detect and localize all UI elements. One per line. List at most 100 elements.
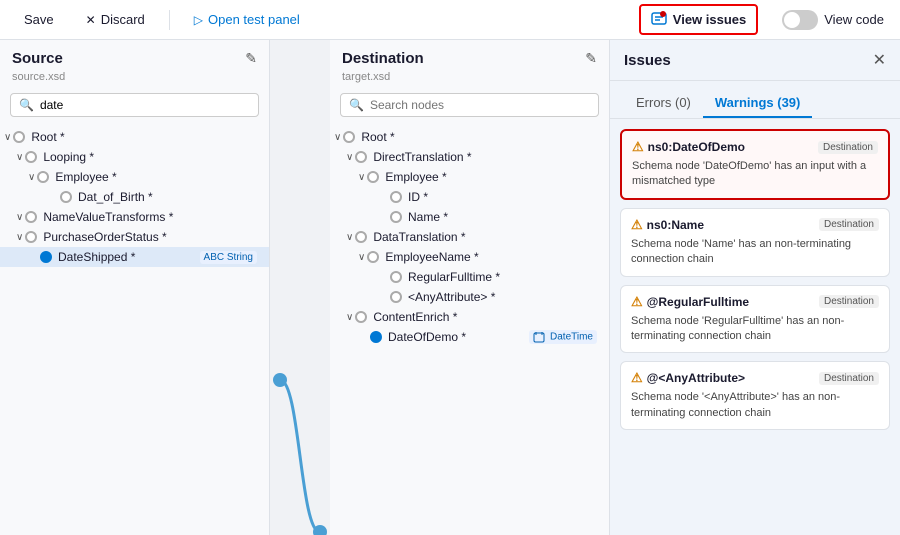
issue-card-header: ⚠ ns0:Name Destination xyxy=(631,217,879,233)
source-title: Source xyxy=(12,50,63,67)
tree-item[interactable]: ∨ DirectTranslation * xyxy=(330,147,609,167)
source-panel-header: Source ✎ xyxy=(0,40,269,71)
issues-tabs: Errors (0) Warnings (39) xyxy=(610,81,900,119)
issues-icon xyxy=(651,10,667,29)
node-dot xyxy=(25,211,37,223)
chevron-icon: ∨ xyxy=(334,132,341,143)
tree-item[interactable]: ∨ DataTranslation * xyxy=(330,227,609,247)
node-dot xyxy=(13,131,25,143)
issue-card-regularfulltime[interactable]: ⚠ @RegularFulltime Destination Schema no… xyxy=(620,285,890,354)
warning-icon: ⚠ xyxy=(631,370,643,386)
tree-item-dateshipped[interactable]: DateShipped * ABC String xyxy=(0,247,269,267)
save-button[interactable]: Save xyxy=(16,8,62,31)
node-dot xyxy=(25,151,37,163)
chevron-icon: ∨ xyxy=(16,232,23,243)
node-dot xyxy=(390,191,402,203)
destination-tree: ∨ Root * ∨ DirectTranslation * ∨ Employe… xyxy=(330,123,609,535)
tree-item[interactable]: ∨ NameValueTransforms * xyxy=(0,207,269,227)
tree-item[interactable]: ID * xyxy=(330,187,609,207)
source-subtitle: source.xsd xyxy=(0,71,269,89)
node-dot-filled xyxy=(370,331,382,343)
chevron-icon: ∨ xyxy=(346,152,353,163)
errors-tab[interactable]: Errors (0) xyxy=(624,89,703,118)
node-dot xyxy=(37,171,49,183)
open-test-panel-button[interactable]: ▷ Open test panel xyxy=(186,8,308,31)
tree-item[interactable]: ∨ Employee * xyxy=(330,167,609,187)
destination-badge: Destination xyxy=(818,141,878,154)
issue-card-dateofdem[interactable]: ⚠ ns0:DateOfDemo Destination Schema node… xyxy=(620,129,890,200)
view-issues-button[interactable]: View issues xyxy=(639,4,758,35)
tree-item[interactable]: ∨ PurchaseOrderStatus * xyxy=(0,227,269,247)
tree-item-dateofdem[interactable]: DateOfDemo * DateTime xyxy=(330,327,609,347)
issue-node-name: ⚠ ns0:DateOfDemo xyxy=(632,139,745,155)
view-code-toggle[interactable]: View code xyxy=(782,10,884,30)
node-dot-filled xyxy=(40,251,52,263)
node-dot xyxy=(390,271,402,283)
destination-badge: Destination xyxy=(819,295,879,308)
node-dot xyxy=(367,171,379,183)
issue-description: Schema node 'DateOfDemo' has an input wi… xyxy=(632,159,878,190)
destination-subtitle: target.xsd xyxy=(330,71,609,89)
issue-node-name: ⚠ @<AnyAttribute> xyxy=(631,370,745,386)
issue-description: Schema node '<AnyAttribute>' has an non-… xyxy=(631,390,879,421)
tree-item[interactable]: ∨ ContentEnrich * xyxy=(330,307,609,327)
tree-item[interactable]: ∨ Root * xyxy=(330,127,609,147)
chevron-icon: ∨ xyxy=(358,252,365,263)
destination-badge: Destination xyxy=(819,218,879,231)
destination-search-box: 🔍 xyxy=(340,93,599,117)
toggle-switch[interactable] xyxy=(782,10,818,30)
destination-search-input[interactable] xyxy=(370,98,590,112)
tree-item[interactable]: Name * xyxy=(330,207,609,227)
destination-panel-header: Destination ✎ xyxy=(330,40,609,71)
issue-description: Schema node 'RegularFulltime' has an non… xyxy=(631,314,879,345)
play-icon: ▷ xyxy=(194,13,203,27)
tree-item[interactable]: <AnyAttribute> * xyxy=(330,287,609,307)
tree-item[interactable]: ∨ Root * xyxy=(0,127,269,147)
node-dot xyxy=(355,311,367,323)
chevron-icon: ∨ xyxy=(16,152,23,163)
node-dot xyxy=(390,291,402,303)
tree-item[interactable]: ∨ EmployeeName * xyxy=(330,247,609,267)
node-type-badge: DateTime xyxy=(529,330,597,344)
chevron-icon: ∨ xyxy=(28,172,35,183)
separator xyxy=(169,10,170,30)
destination-panel: Destination ✎ target.xsd 🔍 ∨ Root * ∨ Di… xyxy=(330,40,610,535)
issues-list: ⚠ ns0:DateOfDemo Destination Schema node… xyxy=(610,119,900,535)
issue-node-name: ⚠ @RegularFulltime xyxy=(631,294,749,310)
issue-card-anyattribute[interactable]: ⚠ @<AnyAttribute> Destination Schema nod… xyxy=(620,361,890,430)
destination-title: Destination xyxy=(342,50,424,67)
tree-item[interactable]: RegularFulltime * xyxy=(330,267,609,287)
tree-item[interactable]: Dat_of_Birth * xyxy=(0,187,269,207)
node-dot xyxy=(343,131,355,143)
source-search-box: 🔍 xyxy=(10,93,259,117)
source-search-input[interactable] xyxy=(40,98,250,112)
search-icon: 🔍 xyxy=(349,98,364,112)
issue-card-header: ⚠ ns0:DateOfDemo Destination xyxy=(632,139,878,155)
node-dot xyxy=(390,211,402,223)
source-edit-icon[interactable]: ✎ xyxy=(245,50,257,67)
issue-description: Schema node 'Name' has an non-terminatin… xyxy=(631,237,879,268)
tree-item[interactable]: ∨ Looping * xyxy=(0,147,269,167)
toolbar: Save ✕ Discard ▷ Open test panel View is… xyxy=(0,0,900,40)
warnings-tab[interactable]: Warnings (39) xyxy=(703,89,812,118)
close-issues-button[interactable]: ✕ xyxy=(873,50,886,70)
discard-button[interactable]: ✕ Discard xyxy=(78,8,153,31)
node-dot xyxy=(355,151,367,163)
warning-icon: ⚠ xyxy=(631,294,643,310)
source-tree: ∨ Root * ∨ Looping * ∨ Employee * xyxy=(0,123,269,535)
chevron-icon: ∨ xyxy=(346,312,353,323)
warning-icon: ⚠ xyxy=(632,139,644,155)
search-icon: 🔍 xyxy=(19,98,34,112)
connector-area xyxy=(270,40,330,535)
source-panel: Source ✎ source.xsd 🔍 ∨ Root * ∨ Looping… xyxy=(0,40,270,535)
discard-icon: ✕ xyxy=(86,13,96,27)
destination-edit-icon[interactable]: ✎ xyxy=(585,50,597,67)
connection-line xyxy=(270,40,330,535)
issue-card-name[interactable]: ⚠ ns0:Name Destination Schema node 'Name… xyxy=(620,208,890,277)
issue-card-header: ⚠ @<AnyAttribute> Destination xyxy=(631,370,879,386)
node-type-badge: ABC String xyxy=(200,251,257,264)
chevron-icon: ∨ xyxy=(16,212,23,223)
warning-icon: ⚠ xyxy=(631,217,643,233)
tree-item[interactable]: ∨ Employee * xyxy=(0,167,269,187)
chevron-icon: ∨ xyxy=(346,232,353,243)
